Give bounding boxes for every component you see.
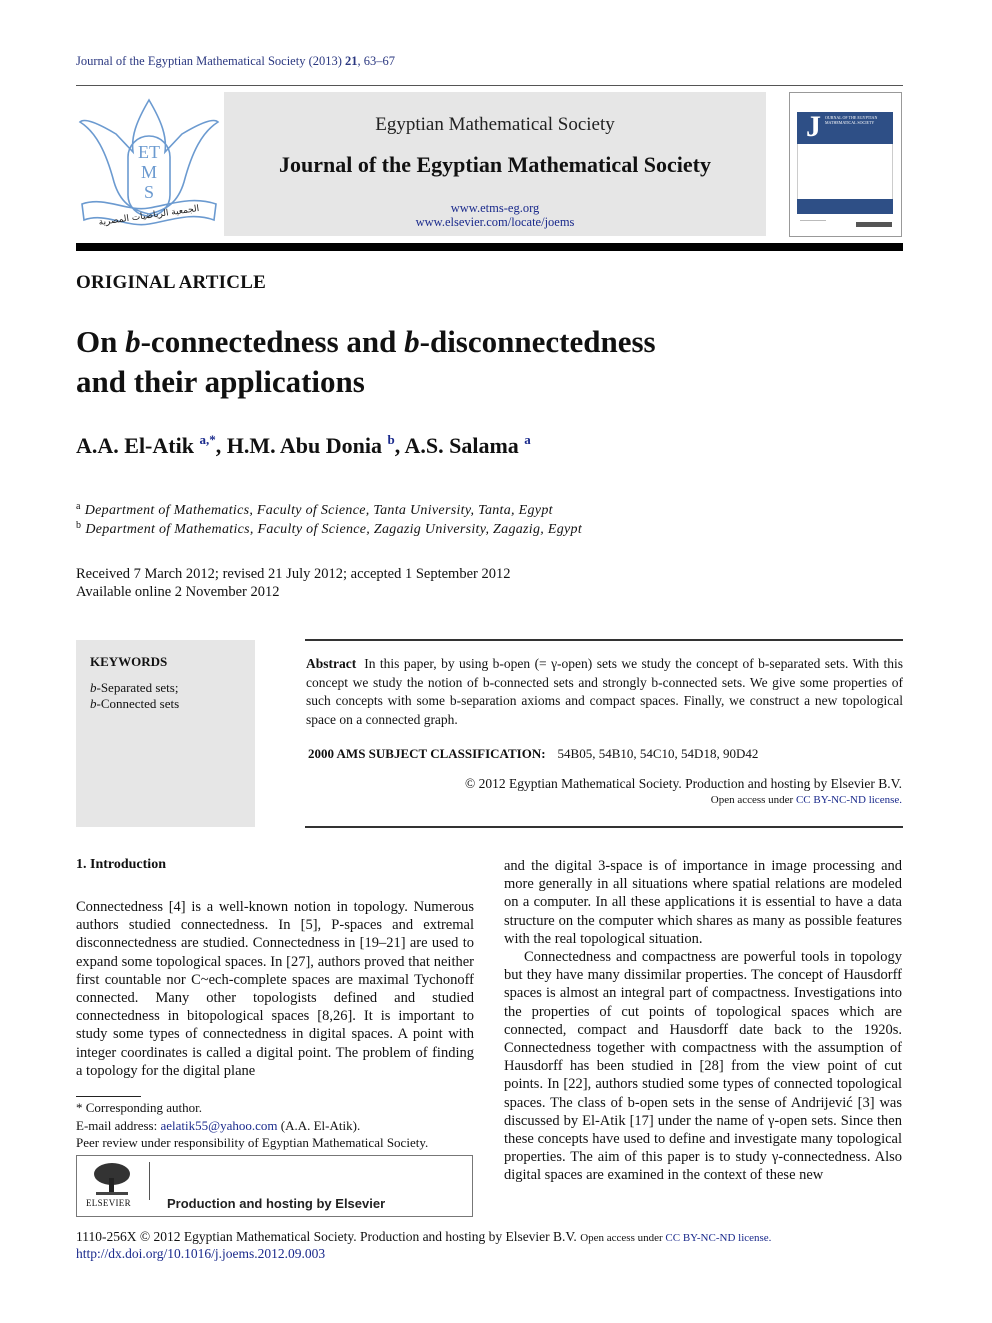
svg-text:S: S xyxy=(144,182,154,202)
elsevier-wordmark: ELSEVIER xyxy=(86,1198,131,1208)
abstract-bottom-rule xyxy=(305,826,903,828)
cover-footer-band xyxy=(797,199,893,214)
header-divider xyxy=(76,85,903,86)
author-affiliation-link[interactable]: a xyxy=(524,432,531,447)
affiliation-a: a Department of Mathematics, Faculty of S… xyxy=(76,501,553,518)
keyword-item: b-Connected sets xyxy=(90,696,180,711)
keyword-item: b-Separated sets; xyxy=(90,680,179,695)
keywords-box: KEYWORDS b-Separated sets; b-Connected s… xyxy=(76,640,255,827)
paragraph: Connectedness and compactness are powerf… xyxy=(504,949,902,1184)
author-affiliation-link[interactable]: b xyxy=(387,432,394,447)
journal-url-link[interactable]: www.elsevier.com/locate/joems xyxy=(224,215,766,230)
cover-body xyxy=(797,144,893,199)
keywords-title: KEYWORDS xyxy=(90,654,168,669)
footnote-rule xyxy=(76,1096,141,1097)
corresponding-author-note: * Corresponding author. xyxy=(76,1100,203,1115)
paragraph: and the digital 3-space is of importance… xyxy=(504,858,902,947)
article-history: Received 7 March 2012; revised 21 July 2… xyxy=(76,565,510,601)
society-url-link[interactable]: www.etms-eg.org xyxy=(224,201,766,216)
cover-letter: J xyxy=(806,110,821,143)
ams-codes: 54B05, 54B10, 54C10, 54D18, 90D42 xyxy=(557,746,759,761)
cover-header: J OURNAL OF THE EGYPTIAN MATHEMATICAL SO… xyxy=(797,110,893,144)
masthead: Egyptian Mathematical Society Journal of… xyxy=(224,92,766,236)
header-bar xyxy=(76,243,903,251)
running-head-pages: , 63–67 xyxy=(357,54,396,68)
society-name: Egyptian Mathematical Society xyxy=(375,114,615,135)
history-dates: Received 7 March 2012; revised 21 July 2… xyxy=(76,566,511,582)
elsevier-divider xyxy=(149,1162,150,1200)
cover-publisher-mark xyxy=(856,222,892,227)
online-date: Available online 2 November 2012 xyxy=(76,584,280,600)
author-affiliation-link[interactable]: a,* xyxy=(199,432,215,447)
journal-name: Journal of the Egyptian Mathematical Soc… xyxy=(278,152,712,177)
article-type: ORIGINAL ARTICLE xyxy=(76,272,266,293)
svg-text:M: M xyxy=(141,162,157,182)
peer-review-note: Peer review under responsibility of Egyp… xyxy=(76,1135,429,1150)
abstract-text: In this paper, by using b-open (= γ-open… xyxy=(306,656,903,727)
elsevier-hosting-text: Production and hosting by Elsevier xyxy=(167,1196,386,1211)
svg-text:ET: ET xyxy=(138,142,160,162)
article-title: On b-connectedness and b-disconnectednes… xyxy=(76,324,656,399)
ams-classification: 2000 AMS SUBJECT CLASSIFICATION: 54B05, 5… xyxy=(308,746,758,762)
email-note: E-mail address: aelatik55@yahoo.com (A.A… xyxy=(76,1117,361,1133)
open-access-line: Open access under CC BY-NC-ND license. xyxy=(710,794,902,806)
etms-logo: ET M S الجمعية الرياضيات المصرية xyxy=(76,92,222,236)
issn-copyright-line: 1110-256X © 2012 Egyptian Mathematical S… xyxy=(76,1229,772,1244)
author-name: A.A. El-Atik xyxy=(76,433,200,458)
abstract-label: Abstract xyxy=(306,656,357,671)
bottom-license-link[interactable]: CC BY-NC-ND license. xyxy=(665,1232,771,1244)
license-link[interactable]: CC BY-NC-ND license. xyxy=(796,794,902,806)
body-column-left: Connectedness [4] is a well-known notion… xyxy=(76,899,474,1079)
cover-title: OURNAL OF THE EGYPTIAN MATHEMATICAL SOCI… xyxy=(825,115,878,125)
abstract-copyright: © 2012 Egyptian Mathematical Society. Pr… xyxy=(465,776,902,791)
author-name: A.S. Salama xyxy=(404,433,525,458)
abstract: Abstract In this paper, by using b-open (… xyxy=(306,655,903,729)
running-head-volume: 21 xyxy=(345,54,358,68)
author-name: H.M. Abu Donia xyxy=(226,433,388,458)
footnotes: * Corresponding author. E-mail address: … xyxy=(76,1099,428,1152)
doi-link[interactable]: http://dx.doi.org/10.1016/j.joems.2012.0… xyxy=(76,1246,325,1262)
affiliation-b: b Department of Mathematics, Faculty of S… xyxy=(76,520,583,537)
author-list: A.A. El-Atik a,*, H.M. Abu Donia b, A.S.… xyxy=(76,432,531,458)
elsevier-box: ELSEVIER Production and hosting by Elsev… xyxy=(76,1155,473,1217)
body-column-right: and the digital 3-space is of importance… xyxy=(504,857,902,1185)
journal-cover-thumbnail[interactable]: J OURNAL OF THE EGYPTIAN MATHEMATICAL SO… xyxy=(789,92,902,237)
etms-logo-icon: ET M S الجمعية الرياضيات المصرية xyxy=(78,98,220,228)
running-head-journal: Journal of the Egyptian Mathematical Soc… xyxy=(76,54,346,68)
email-link[interactable]: aelatik55@yahoo.com xyxy=(160,1118,277,1133)
cover-logo-mark xyxy=(800,220,826,227)
section-heading-introduction: 1. Introduction xyxy=(76,857,166,872)
abstract-top-rule xyxy=(305,639,903,641)
ams-label: 2000 AMS SUBJECT CLASSIFICATION: xyxy=(308,746,546,761)
running-head: Journal of the Egyptian Mathematical Soc… xyxy=(76,54,395,69)
elsevier-tree-icon xyxy=(94,1163,130,1195)
